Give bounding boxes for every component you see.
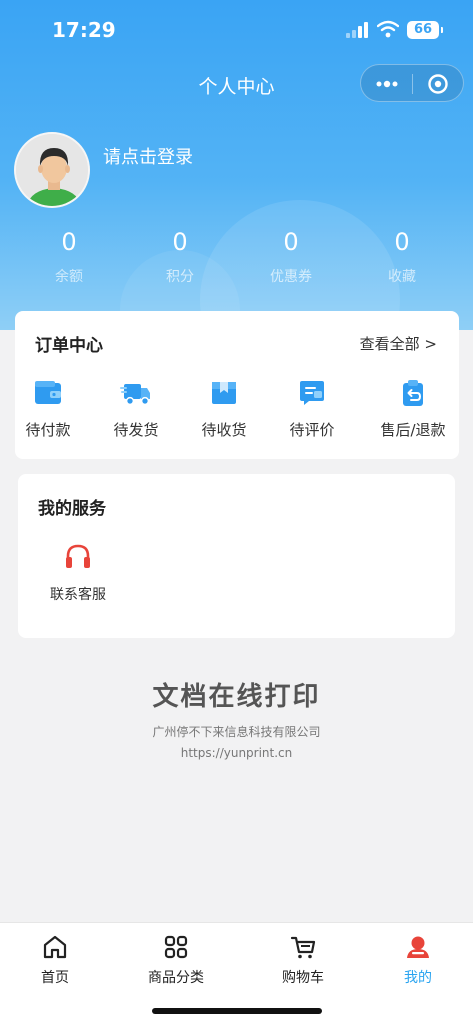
order-after-sales-refund[interactable]: 售后/退款: [367, 379, 459, 440]
home-indicator: [152, 1008, 322, 1014]
stat-favorites[interactable]: 0 收藏: [347, 228, 457, 286]
stat-balance[interactable]: 0 余额: [14, 228, 124, 286]
stat-label: 优惠券: [270, 269, 312, 285]
close-mini-program-icon[interactable]: [427, 73, 449, 95]
wifi-icon: [377, 20, 399, 38]
order-label: 售后/退款: [380, 421, 446, 439]
cart-icon: [290, 936, 316, 959]
stat-value: 0: [283, 228, 299, 256]
headset-icon: [66, 544, 90, 568]
my-services-card: 我的服务 联系客服: [18, 474, 455, 638]
order-label: 待付款: [25, 421, 71, 439]
order-label: 待发货: [113, 421, 159, 439]
tab-label: 商品分类: [148, 970, 204, 986]
user-icon: [407, 936, 429, 958]
service-label: 联系客服: [50, 587, 106, 603]
review-icon: [300, 381, 324, 405]
avatar[interactable]: [14, 132, 90, 208]
stat-label: 收藏: [388, 269, 416, 285]
order-pending-review[interactable]: 待评价: [266, 379, 358, 440]
contact-customer-service[interactable]: 联系客服: [28, 542, 128, 604]
brand-title: 文档在线打印: [152, 682, 321, 712]
order-pending-shipment[interactable]: 待发货: [90, 379, 182, 440]
stat-coupons[interactable]: 0 优惠券: [236, 228, 346, 286]
view-all-orders-link[interactable]: 查看全部 >: [360, 333, 437, 354]
stat-value: 0: [394, 228, 410, 256]
status-time: 17:29: [52, 18, 116, 42]
tab-label: 首页: [41, 970, 69, 986]
cellular-signal-icon: [346, 22, 368, 38]
brand-company: 广州停不下来信息科技有限公司: [152, 725, 321, 739]
order-center-title: 订单中心: [35, 336, 103, 356]
truck-icon: [120, 384, 150, 406]
brand-footer: 文档在线打印 广州停不下来信息科技有限公司 https://yunprint.c…: [0, 676, 473, 760]
stat-label: 积分: [166, 269, 194, 285]
package-icon: [212, 382, 236, 404]
login-prompt[interactable]: 请点击登录: [103, 143, 193, 169]
tab-cart[interactable]: 购物车: [244, 933, 362, 987]
order-center-card: 订单中心 查看全部 > 待付款 待发货 待收货 待评价 售后/退款: [15, 311, 459, 459]
tab-label: 购物车: [282, 970, 324, 986]
my-services-title: 我的服务: [38, 499, 106, 519]
more-icon[interactable]: [374, 75, 400, 93]
tab-mine[interactable]: 我的: [359, 933, 473, 987]
account-stats: 0 余额 0 积分 0 优惠券 0 收藏: [0, 228, 473, 298]
order-label: 待收货: [201, 421, 247, 439]
capsule-divider: [412, 74, 413, 94]
wallet-icon: [35, 381, 61, 404]
tab-categories[interactable]: 商品分类: [117, 933, 235, 987]
mini-program-capsule: [360, 64, 464, 102]
tab-home[interactable]: 首页: [0, 933, 114, 987]
stat-value: 0: [172, 228, 188, 256]
stat-label: 余额: [55, 269, 83, 285]
status-bar: 17:29 66: [0, 0, 473, 62]
brand-url[interactable]: https://yunprint.cn: [0, 746, 473, 760]
order-label: 待评价: [289, 421, 335, 439]
stat-points[interactable]: 0 积分: [125, 228, 235, 286]
refund-icon: [403, 380, 423, 406]
stat-value: 0: [61, 228, 77, 256]
grid-icon: [164, 935, 188, 959]
order-pending-receipt[interactable]: 待收货: [178, 379, 270, 440]
home-icon: [43, 935, 67, 959]
tab-label: 我的: [404, 970, 432, 986]
battery-indicator: 66: [407, 21, 443, 39]
order-pending-payment[interactable]: 待付款: [2, 379, 94, 440]
